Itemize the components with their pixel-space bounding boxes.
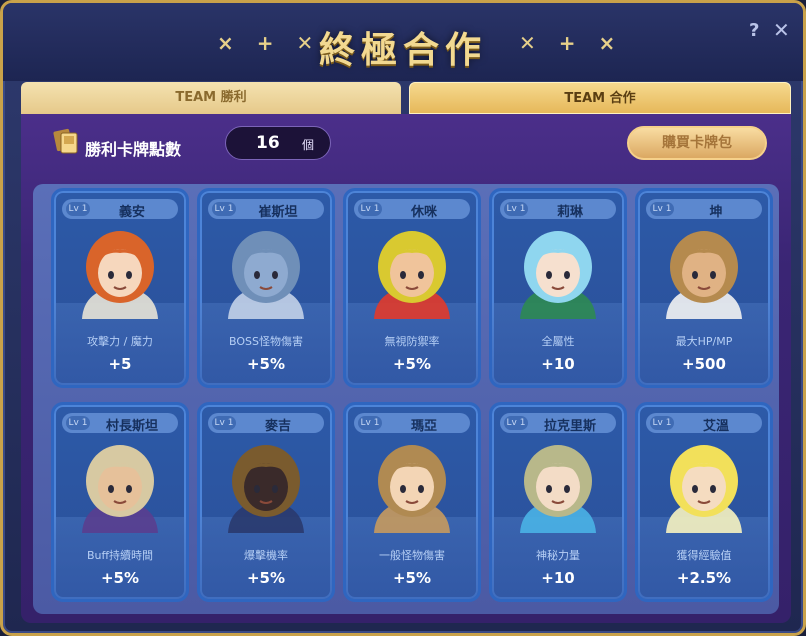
character-card[interactable]: Lv 1 艾溫 獲得經驗值 +2.5% [635,402,773,602]
character-card[interactable]: Lv 1 瑪亞 一般怪物傷害 +5% [343,402,481,602]
title-decoration-right: ✕ + × [519,31,624,55]
character-card[interactable]: Lv 1 村長斯坦 Buff持續時間 +5% [51,402,189,602]
card-stat-value: +5% [100,569,140,587]
character-card[interactable]: Lv 1 義安 攻擊力 / 魔力 +5 [51,188,189,388]
character-card[interactable]: Lv 1 莉琳 全屬性 +10 [489,188,627,388]
card-name: 艾溫 [702,419,729,434]
card-stat-name: 無視防禦率 [384,335,440,348]
card-level: Lv 1 [66,416,90,430]
card-stat-value: +5% [246,569,286,587]
card-stat-value: +500 [682,355,726,373]
character-card[interactable]: Lv 1 麥吉 爆擊機率 +5% [197,402,335,602]
card-stat-name: 最大HP/MP [675,335,733,348]
window-frame: × + ✕ 終極合作 ✕ + × ? ✕ TEAM 勝利 TEAM 合作 勝利卡… [0,0,806,636]
card-stat-name: 攻擊力 / 魔力 [87,335,153,348]
points-label: 勝利卡牌點數 [85,140,182,159]
red-cap-girl-portrait [374,231,450,319]
armored-knight-portrait [228,231,304,319]
card-header: Lv 1 休咪 [354,199,470,220]
card-stat-value: +5 [108,355,132,373]
main-panel: 勝利卡牌點數 16 個 購買卡牌包 Lv 1 義安 攻擊力 / 魔力 +5 Lv… [21,114,791,623]
buy-card-pack-button[interactable]: 購買卡牌包 [627,126,767,160]
blonde-fairy-portrait [666,445,742,533]
card-name: 莉琳 [556,205,583,220]
card-stat-value: +5% [392,355,432,373]
card-stat-value: +10 [541,355,575,373]
card-stat-name: Buff持續時間 [86,549,154,562]
card-level: Lv 1 [650,416,674,430]
card-name: 村長斯坦 [105,419,158,434]
points-value: 16 [256,133,280,153]
card-header: Lv 1 瑪亞 [354,413,470,434]
card-stat-value: +2.5% [676,569,732,587]
card-name: 麥吉 [264,419,291,434]
card-stat-value: +10 [541,569,575,587]
card-level: Lv 1 [358,202,382,216]
card-name: 瑪亞 [410,419,437,434]
points-unit: 個 [302,138,315,152]
info-bar: 勝利卡牌點數 16 個 購買卡牌包 [21,114,791,174]
character-card[interactable]: Lv 1 坤 最大HP/MP +500 [635,188,773,388]
card-name: 拉克里斯 [543,419,596,434]
window-title: 終極合作 [318,30,487,71]
character-card[interactable]: Lv 1 崔斯坦 BOSS怪物傷害 +5% [197,188,335,388]
card-level: Lv 1 [504,416,528,430]
card-level: Lv 1 [504,202,528,216]
card-stat-name: BOSS怪物傷害 [229,335,303,348]
card-stat-name: 神秘力量 [536,549,580,562]
card-name: 崔斯坦 [258,205,298,220]
card-level: Lv 1 [66,202,90,216]
help-button[interactable]: ? [749,20,759,41]
points-display: 16 個 [225,126,331,160]
hooded-girl-portrait [374,445,450,533]
card-level: Lv 1 [212,416,236,430]
card-header: Lv 1 村長斯坦 [62,413,178,434]
card-stat-value: +5% [246,355,286,373]
card-name: 義安 [118,205,145,220]
viking-warrior-portrait [666,231,742,319]
blue-hair-girl-portrait [520,231,596,319]
straw-hat-ninja-portrait [228,445,304,533]
card-stat-name: 獲得經驗值 [676,549,732,562]
card-stat-value: +5% [392,569,432,587]
tab-team-coop[interactable]: TEAM 合作 [409,82,791,114]
card-name: 坤 [709,205,723,220]
card-name: 休咪 [410,205,437,220]
card-deck-icon [53,128,78,154]
card-header: Lv 1 崔斯坦 [208,199,324,220]
card-header: Lv 1 莉琳 [500,199,616,220]
old-chief-portrait [82,445,158,533]
card-level: Lv 1 [358,416,382,430]
card-level: Lv 1 [212,202,236,216]
close-button[interactable]: ✕ [773,18,790,42]
elf-mage-portrait [520,445,596,533]
tab-team-victory[interactable]: TEAM 勝利 [21,82,401,114]
archer-girl-portrait [82,231,158,319]
character-card[interactable]: Lv 1 休咪 無視防禦率 +5% [343,188,481,388]
card-level: Lv 1 [650,202,674,216]
card-header: Lv 1 艾溫 [646,413,762,434]
card-stat-name: 爆擊機率 [244,549,288,562]
card-stat-name: 一般怪物傷害 [379,549,445,562]
card-header: Lv 1 義安 [62,199,178,220]
title-bar: × + ✕ 終極合作 ✕ + × ? ✕ [3,3,803,81]
card-grid: Lv 1 義安 攻擊力 / 魔力 +5 Lv 1 崔斯坦 BOSS怪物傷害 +5… [33,184,779,614]
character-card[interactable]: Lv 1 拉克里斯 神秘力量 +10 [489,402,627,602]
card-header: Lv 1 拉克里斯 [500,413,616,434]
card-stat-name: 全屬性 [541,335,575,348]
card-header: Lv 1 坤 [646,199,762,220]
card-header: Lv 1 麥吉 [208,413,324,434]
